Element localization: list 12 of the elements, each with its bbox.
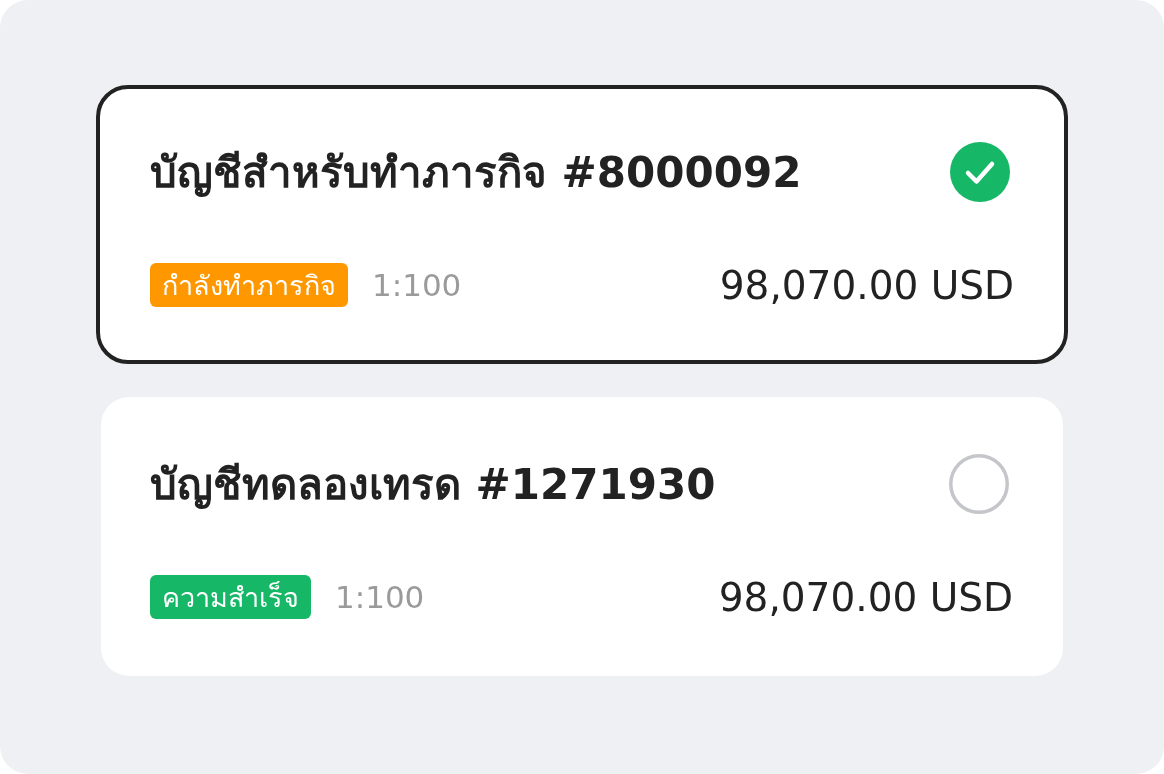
- account-title: บัญชีสำหรับทำภารกิจ #8000092: [150, 147, 802, 199]
- balance-amount: 98,070.00 USD: [719, 262, 1014, 308]
- account-card[interactable]: บัญชีสำหรับทำภารกิจ #8000092 กำลังทำภารกิจ 1:100 98,070.00 USD: [96, 85, 1068, 364]
- radio-ring-icon[interactable]: [949, 454, 1009, 514]
- check-circle-icon[interactable]: [950, 142, 1010, 202]
- balance-amount: 98,070.00 USD: [718, 574, 1013, 620]
- status-badge: กำลังทำภารกิจ: [150, 263, 348, 307]
- leverage-text: 1:100: [335, 579, 425, 615]
- account-title: บัญชีทดลองเทรด #1271930: [150, 459, 716, 511]
- leverage-text: 1:100: [372, 267, 462, 303]
- account-card[interactable]: บัญชีทดลองเทรด #1271930 ความสำเร็จ 1:100 98,070.00 USD: [101, 397, 1063, 676]
- status-badge: ความสำเร็จ: [150, 575, 311, 619]
